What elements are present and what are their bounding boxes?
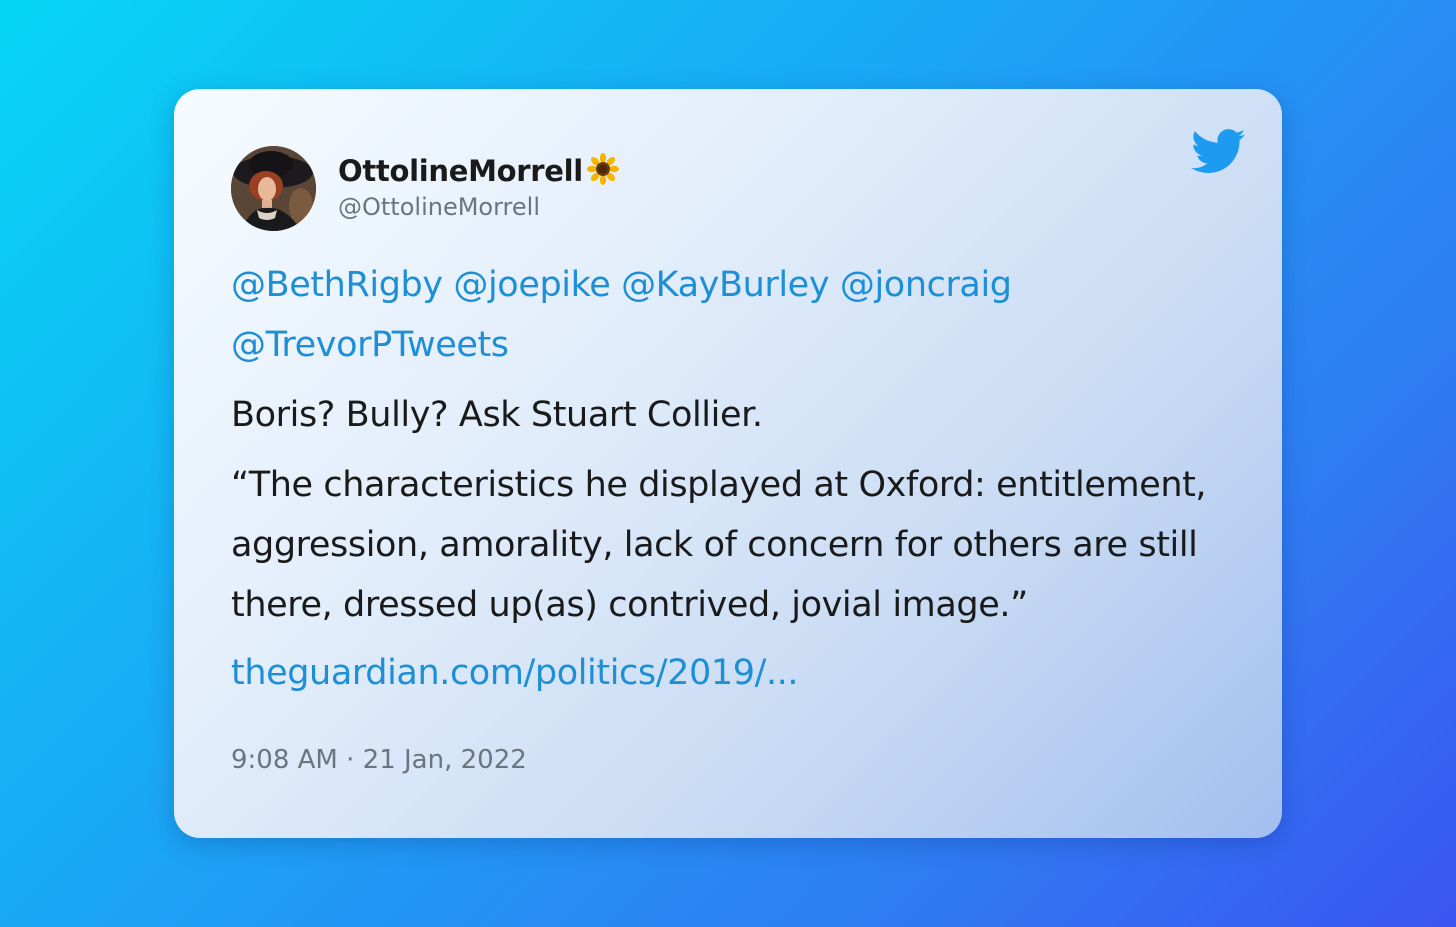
tweet-line: Boris? Bully? Ask Stuart Collier. [231,395,763,435]
display-name-text: OttolineMorrell [338,154,583,188]
article-link[interactable]: theguardian.com/politics/2019/... [231,643,1231,703]
mention-link[interactable]: @joepike [453,265,610,305]
tweet-timestamp[interactable]: 9:08 AM · 21 Jan, 2022 [231,745,527,775]
twitter-bird-icon[interactable] [1191,129,1246,175]
mention-link[interactable]: @BethRigby [231,265,443,305]
mention-link[interactable]: @joncraig [840,265,1012,305]
mention-link[interactable]: @TrevorPTweets [231,325,509,365]
mention-link[interactable]: @KayBurley [621,265,829,305]
avatar[interactable] [231,146,316,231]
mentions-line: @BethRigby @joepike @KayBurley @joncraig… [231,255,1231,375]
sunflower-icon [586,153,619,192]
tweet-card: OttolineMorrell @OttolineMorrell @BethRi… [174,89,1282,838]
tweet-body: @BethRigby @joepike @KayBurley @joncraig… [231,255,1231,703]
tweet-quote: “The characteristics he displayed at Oxf… [231,465,1207,625]
author-handle[interactable]: @OttolineMorrell [338,193,540,221]
author-display-name[interactable]: OttolineMorrell [338,153,619,192]
